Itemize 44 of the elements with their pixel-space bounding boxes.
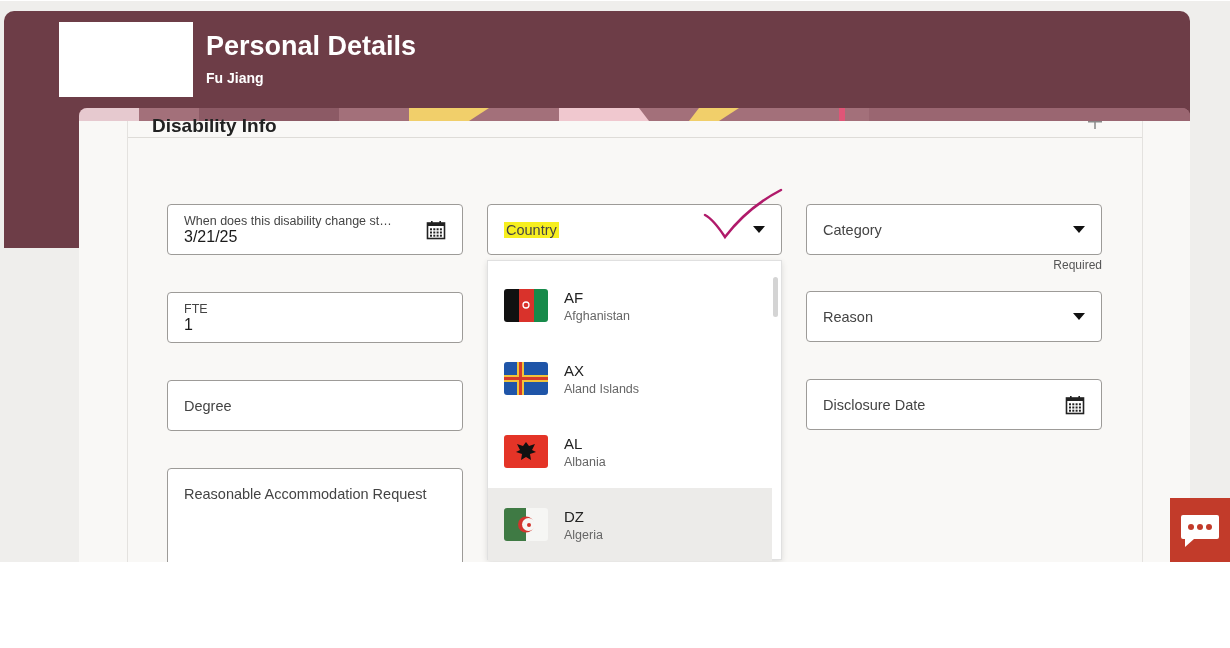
field-label: Degree (184, 397, 232, 414)
country-code: AF (564, 288, 585, 306)
select-field[interactable]: Country (487, 204, 782, 255)
chat-button[interactable] (1170, 498, 1230, 562)
date-field[interactable]: Disclosure Date (806, 379, 1102, 430)
text-area[interactable]: Reasonable Accommodation Request (167, 468, 463, 562)
calendar-icon[interactable] (1065, 394, 1085, 415)
field-label: Category (823, 221, 882, 238)
input-field[interactable]: Degree (167, 380, 463, 431)
plus-icon[interactable] (1088, 121, 1102, 129)
date-field[interactable]: When does this disability change st… 3/21/25 (167, 204, 463, 255)
chat-icon (1180, 513, 1220, 548)
helper-text: Required (1052, 258, 1102, 272)
field-label: Reasonable Accommodation Request (184, 486, 427, 502)
flag-icon (504, 362, 548, 395)
flag-icon (504, 508, 548, 541)
calendar-icon[interactable] (426, 219, 446, 240)
section-title: Disability Info (152, 115, 277, 137)
field-label: Country (504, 221, 559, 238)
country-name: Afghanistan (564, 308, 631, 323)
page-subtitle: Fu Jiang (206, 70, 265, 86)
country-code: DZ (564, 507, 585, 525)
caret-icon[interactable] (1073, 313, 1085, 320)
caret-icon[interactable] (753, 226, 765, 233)
caret-icon[interactable] (1073, 226, 1085, 233)
field-label: FTE (184, 301, 209, 316)
field-label: When does this disability change st… (184, 213, 393, 228)
field-value: 3/21/25 (184, 227, 239, 246)
country-code: AL (564, 434, 584, 452)
select-field[interactable]: Category (806, 204, 1102, 255)
field-label: Reason (823, 308, 873, 325)
scrollbar-thumb[interactable] (773, 277, 778, 317)
country-option[interactable]: DZ Algeria (488, 488, 772, 561)
field-label: Disclosure Date (823, 396, 926, 413)
field-value: 1 (184, 315, 194, 334)
country-name: Algeria (564, 527, 603, 542)
flag-icon (504, 435, 548, 468)
country-code: AX (564, 361, 585, 379)
country-name: Albania (564, 454, 606, 469)
page-title: Personal Details (206, 31, 417, 62)
select-field[interactable]: Reason (806, 291, 1102, 342)
flag-icon (504, 289, 548, 322)
country-name: Aland Islands (564, 381, 640, 396)
input-field[interactable]: FTE 1 (167, 292, 463, 343)
